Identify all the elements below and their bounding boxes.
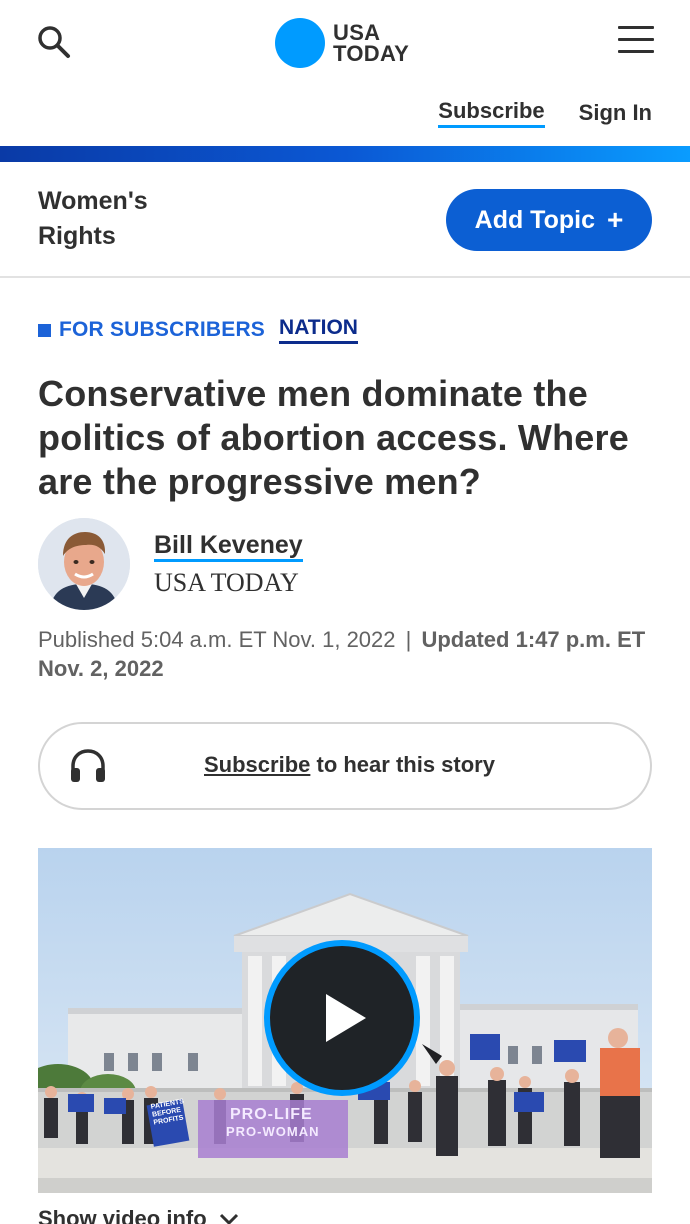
video-info-label: Show video info xyxy=(38,1206,207,1224)
play-icon xyxy=(326,994,366,1042)
site-logo[interactable]: USA TODAY xyxy=(275,18,409,68)
account-links: Subscribe Sign In xyxy=(438,98,652,128)
topic-title[interactable]: Women's Rights xyxy=(38,184,218,254)
logo-line-1: USA xyxy=(333,20,381,45)
search-icon xyxy=(38,26,70,58)
menu-button[interactable] xyxy=(618,26,654,58)
hamburger-line xyxy=(618,50,654,53)
author-name-link[interactable]: Bill Keveney xyxy=(154,531,303,562)
listen-to-story-button[interactable]: Subscribe to hear this story xyxy=(38,722,652,810)
topic-gradient-bar xyxy=(0,146,690,162)
search-button[interactable] xyxy=(36,24,72,60)
article-dates: Published 5:04 a.m. ET Nov. 1, 2022 | Up… xyxy=(38,625,658,683)
for-subscribers-label: FOR SUBSCRIBERS xyxy=(59,318,266,341)
show-video-info-toggle[interactable]: Show video info xyxy=(38,1206,239,1224)
author-avatar[interactable] xyxy=(38,518,130,610)
site-header: USA TODAY xyxy=(0,0,690,90)
add-topic-button[interactable]: Add Topic + xyxy=(446,189,652,251)
article-labels: FOR SUBSCRIBERS NATION xyxy=(38,316,358,344)
hamburger-line xyxy=(618,26,654,29)
logo-line-2: TODAY xyxy=(333,41,410,66)
date-separator: | xyxy=(405,627,412,652)
headphones-icon xyxy=(71,749,105,782)
topic-bar: Women's Rights Add Topic + xyxy=(0,162,690,278)
section-link[interactable]: NATION xyxy=(279,316,358,344)
video-player[interactable]: PRO-LIFE PRO-WOMAN PATIENTS BEFORE PROFI… xyxy=(38,848,652,1193)
listen-subscribe-link[interactable]: Subscribe xyxy=(204,752,310,777)
sign-pro-woman: PRO-WOMAN xyxy=(226,1124,320,1139)
article-headline: Conservative men dominate the politics o… xyxy=(38,373,629,502)
logo-wordmark: USA TODAY xyxy=(333,20,410,66)
author-org: USA TODAY xyxy=(154,567,299,597)
play-button[interactable] xyxy=(264,940,420,1096)
subscriber-square-icon xyxy=(38,323,51,337)
subscribe-link[interactable]: Subscribe xyxy=(438,98,545,128)
listen-rest-text: to hear this story xyxy=(310,752,495,777)
listen-text: Subscribe to hear this story xyxy=(204,752,495,778)
plus-icon: + xyxy=(607,204,624,235)
byline: Bill Keveney USA TODAY xyxy=(38,518,303,610)
author-info: Bill Keveney USA TODAY xyxy=(154,531,303,598)
chevron-down-icon xyxy=(219,1213,238,1224)
add-topic-label: Add Topic xyxy=(474,205,595,234)
logo-circle xyxy=(275,18,325,68)
author-photo xyxy=(38,518,130,610)
sign-in-link[interactable]: Sign In xyxy=(579,100,652,126)
sign-pro-life: PRO-LIFE xyxy=(230,1106,313,1123)
published-date: Published 5:04 a.m. ET Nov. 1, 2022 xyxy=(38,627,396,652)
hamburger-line xyxy=(618,38,654,41)
